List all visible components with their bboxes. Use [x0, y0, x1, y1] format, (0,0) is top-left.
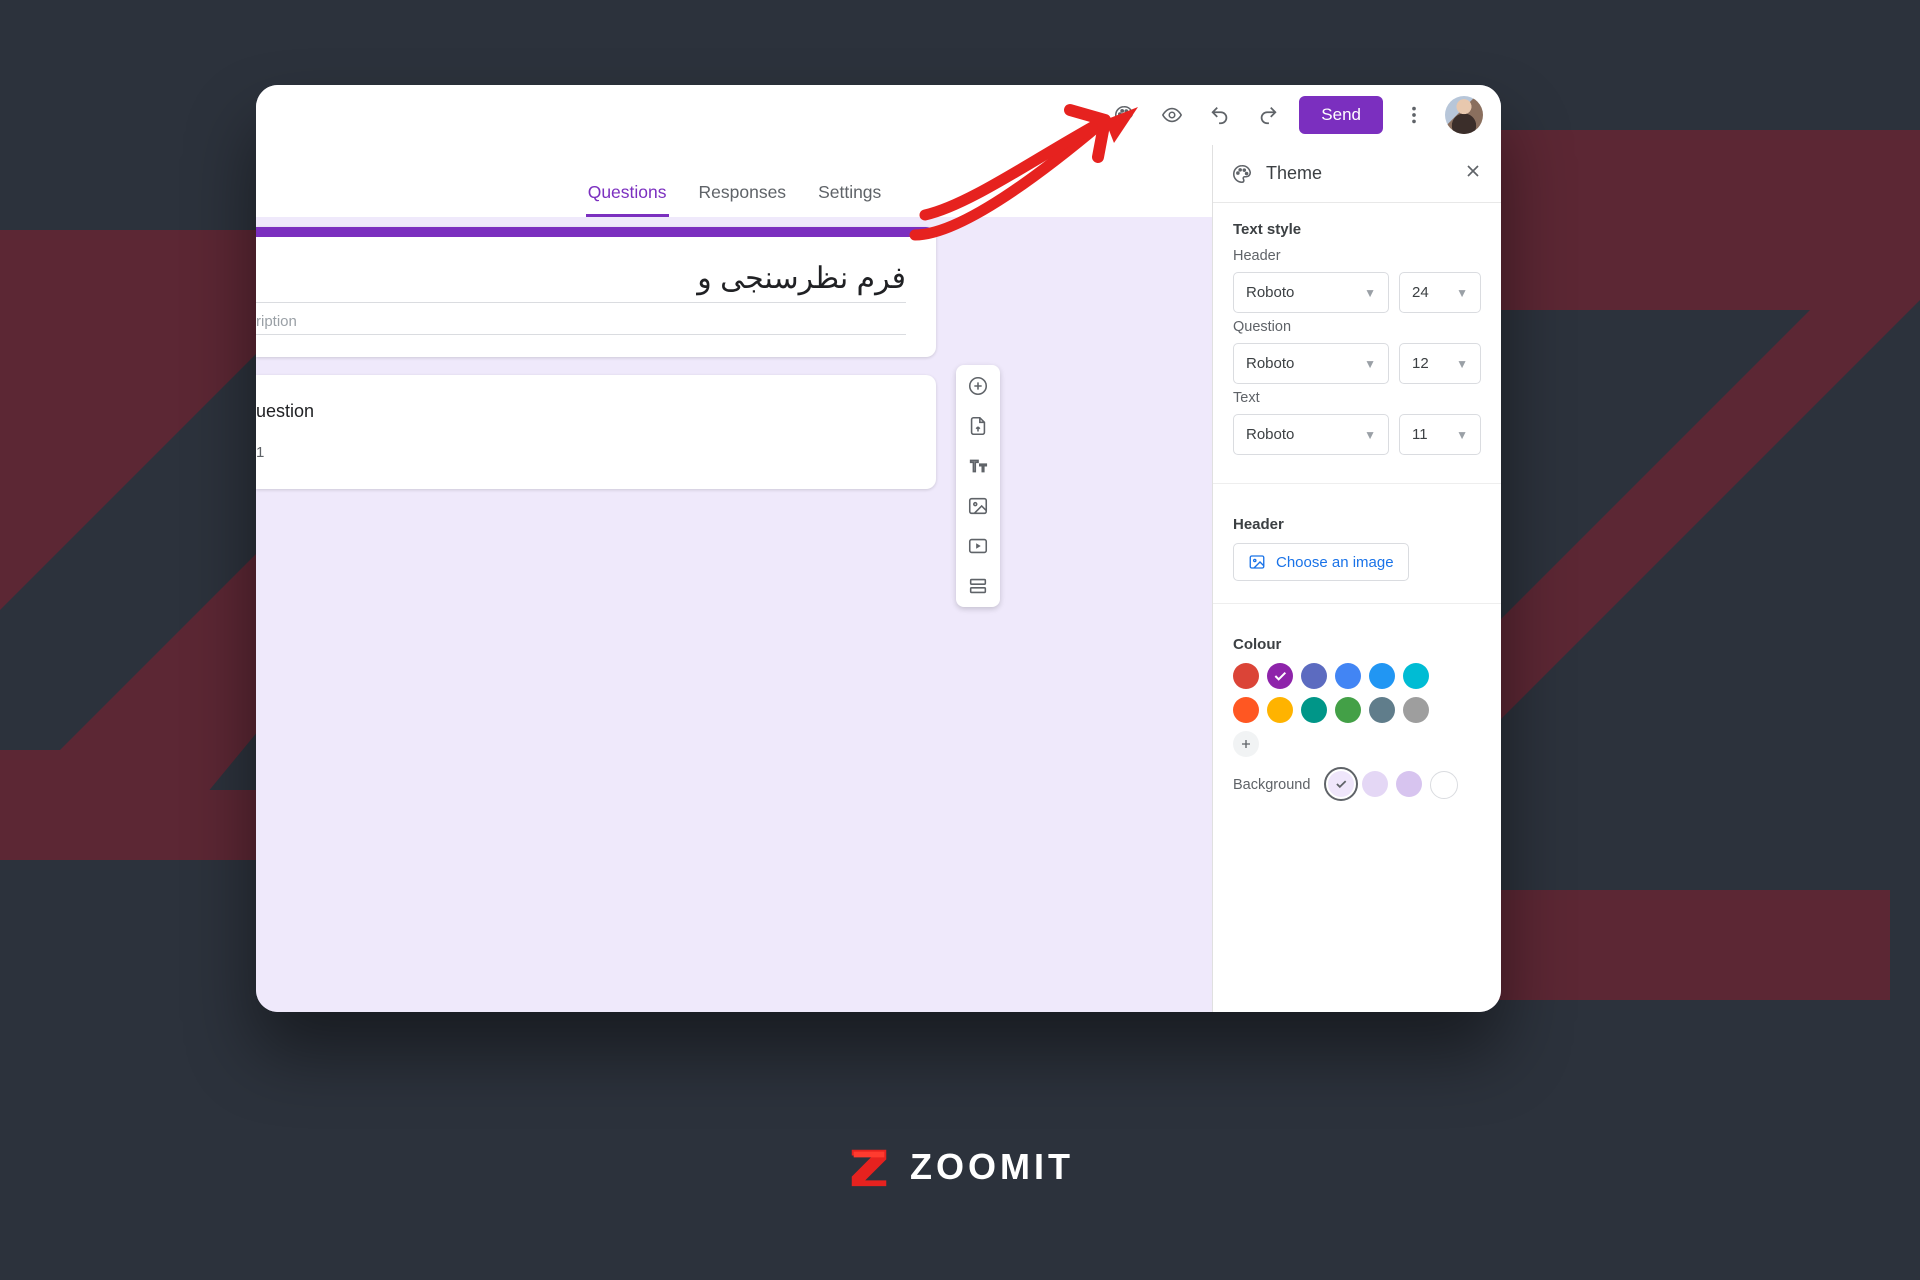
colour-swatch[interactable] — [1369, 663, 1395, 689]
colour-swatch[interactable] — [1403, 697, 1429, 723]
question-text[interactable]: uestion — [256, 401, 910, 422]
question-font-select[interactable]: Roboto▼ — [1233, 343, 1389, 384]
form-canvas: فرم نظرسنجی و ription uestion 1 — [256, 217, 1213, 1012]
close-theme-panel-icon[interactable] — [1463, 161, 1483, 186]
palette-icon — [1231, 163, 1253, 185]
question-card[interactable]: uestion 1 — [256, 375, 936, 489]
background-swatch[interactable] — [1430, 771, 1458, 799]
tab-responses[interactable]: Responses — [697, 168, 789, 217]
customize-theme-icon[interactable] — [1107, 98, 1141, 132]
add-question-icon[interactable] — [965, 373, 991, 399]
more-menu-icon[interactable] — [1397, 98, 1431, 132]
form-title-card[interactable]: فرم نظرسنجی و ription — [256, 227, 936, 357]
tab-questions[interactable]: Questions — [586, 168, 669, 217]
add-section-icon[interactable] — [965, 573, 991, 599]
import-questions-icon[interactable] — [965, 413, 991, 439]
colour-heading: Colour — [1233, 636, 1481, 653]
zoomit-logo-icon — [846, 1144, 892, 1190]
colour-swatch[interactable] — [1403, 663, 1429, 689]
colour-swatch[interactable] — [1335, 663, 1361, 689]
header-size-select[interactable]: 24▼ — [1399, 272, 1481, 313]
colour-swatch[interactable] — [1301, 697, 1327, 723]
form-title-input[interactable]: فرم نظرسنجی و — [256, 257, 906, 303]
app-window: Send Questions Responses Settings فرم نظ… — [256, 85, 1501, 1012]
colour-swatch[interactable] — [1233, 663, 1259, 689]
colour-swatches — [1233, 663, 1433, 757]
add-video-icon[interactable] — [965, 533, 991, 559]
text-style-heading: Text style — [1233, 221, 1481, 238]
text-size-select[interactable]: 11▼ — [1399, 414, 1481, 455]
question-toolbar — [956, 365, 1000, 607]
image-icon — [1248, 553, 1266, 571]
form-description-input[interactable]: ription — [256, 303, 906, 335]
colour-swatch[interactable] — [1233, 697, 1259, 723]
text-font-select[interactable]: Roboto▼ — [1233, 414, 1389, 455]
question-option-1[interactable]: 1 — [256, 444, 910, 461]
zoomit-watermark: ZOOMIT — [846, 1144, 1074, 1190]
theme-panel-title: Theme — [1266, 163, 1322, 184]
theme-panel: Theme Text style Header Roboto▼ 24▼ Ques… — [1212, 145, 1501, 1012]
top-toolbar: Send — [256, 85, 1501, 145]
account-avatar[interactable] — [1445, 96, 1483, 134]
theme-panel-header: Theme — [1213, 145, 1501, 203]
background-swatches — [1328, 771, 1458, 799]
header-font-select[interactable]: Roboto▼ — [1233, 272, 1389, 313]
header-font-label: Header — [1233, 248, 1481, 264]
add-colour-button[interactable] — [1233, 731, 1259, 757]
text-font-label: Text — [1233, 390, 1481, 406]
header-image-section: Header Choose an image — [1213, 498, 1501, 589]
choose-image-button[interactable]: Choose an image — [1233, 543, 1409, 581]
header-image-heading: Header — [1233, 516, 1481, 533]
background-label: Background — [1233, 777, 1310, 793]
colour-swatch[interactable] — [1267, 697, 1293, 723]
zoomit-text: ZOOMIT — [910, 1146, 1074, 1188]
colour-swatch[interactable] — [1335, 697, 1361, 723]
form-tabs: Questions Responses Settings — [256, 145, 1213, 217]
preview-icon[interactable] — [1155, 98, 1189, 132]
add-title-icon[interactable] — [965, 453, 991, 479]
tab-settings[interactable]: Settings — [816, 168, 883, 217]
background-swatch[interactable] — [1362, 771, 1388, 797]
question-size-select[interactable]: 12▼ — [1399, 343, 1481, 384]
background-swatch[interactable] — [1328, 771, 1354, 797]
background-swatch[interactable] — [1396, 771, 1422, 797]
send-button[interactable]: Send — [1299, 96, 1383, 134]
undo-icon[interactable] — [1203, 98, 1237, 132]
add-image-icon[interactable] — [965, 493, 991, 519]
colour-section: Colour Background — [1213, 618, 1501, 807]
text-style-section: Text style Header Roboto▼ 24▼ Question R… — [1213, 203, 1501, 469]
redo-icon[interactable] — [1251, 98, 1285, 132]
colour-swatch[interactable] — [1369, 697, 1395, 723]
colour-swatch[interactable] — [1267, 663, 1293, 689]
colour-swatch[interactable] — [1301, 663, 1327, 689]
question-font-label: Question — [1233, 319, 1481, 335]
